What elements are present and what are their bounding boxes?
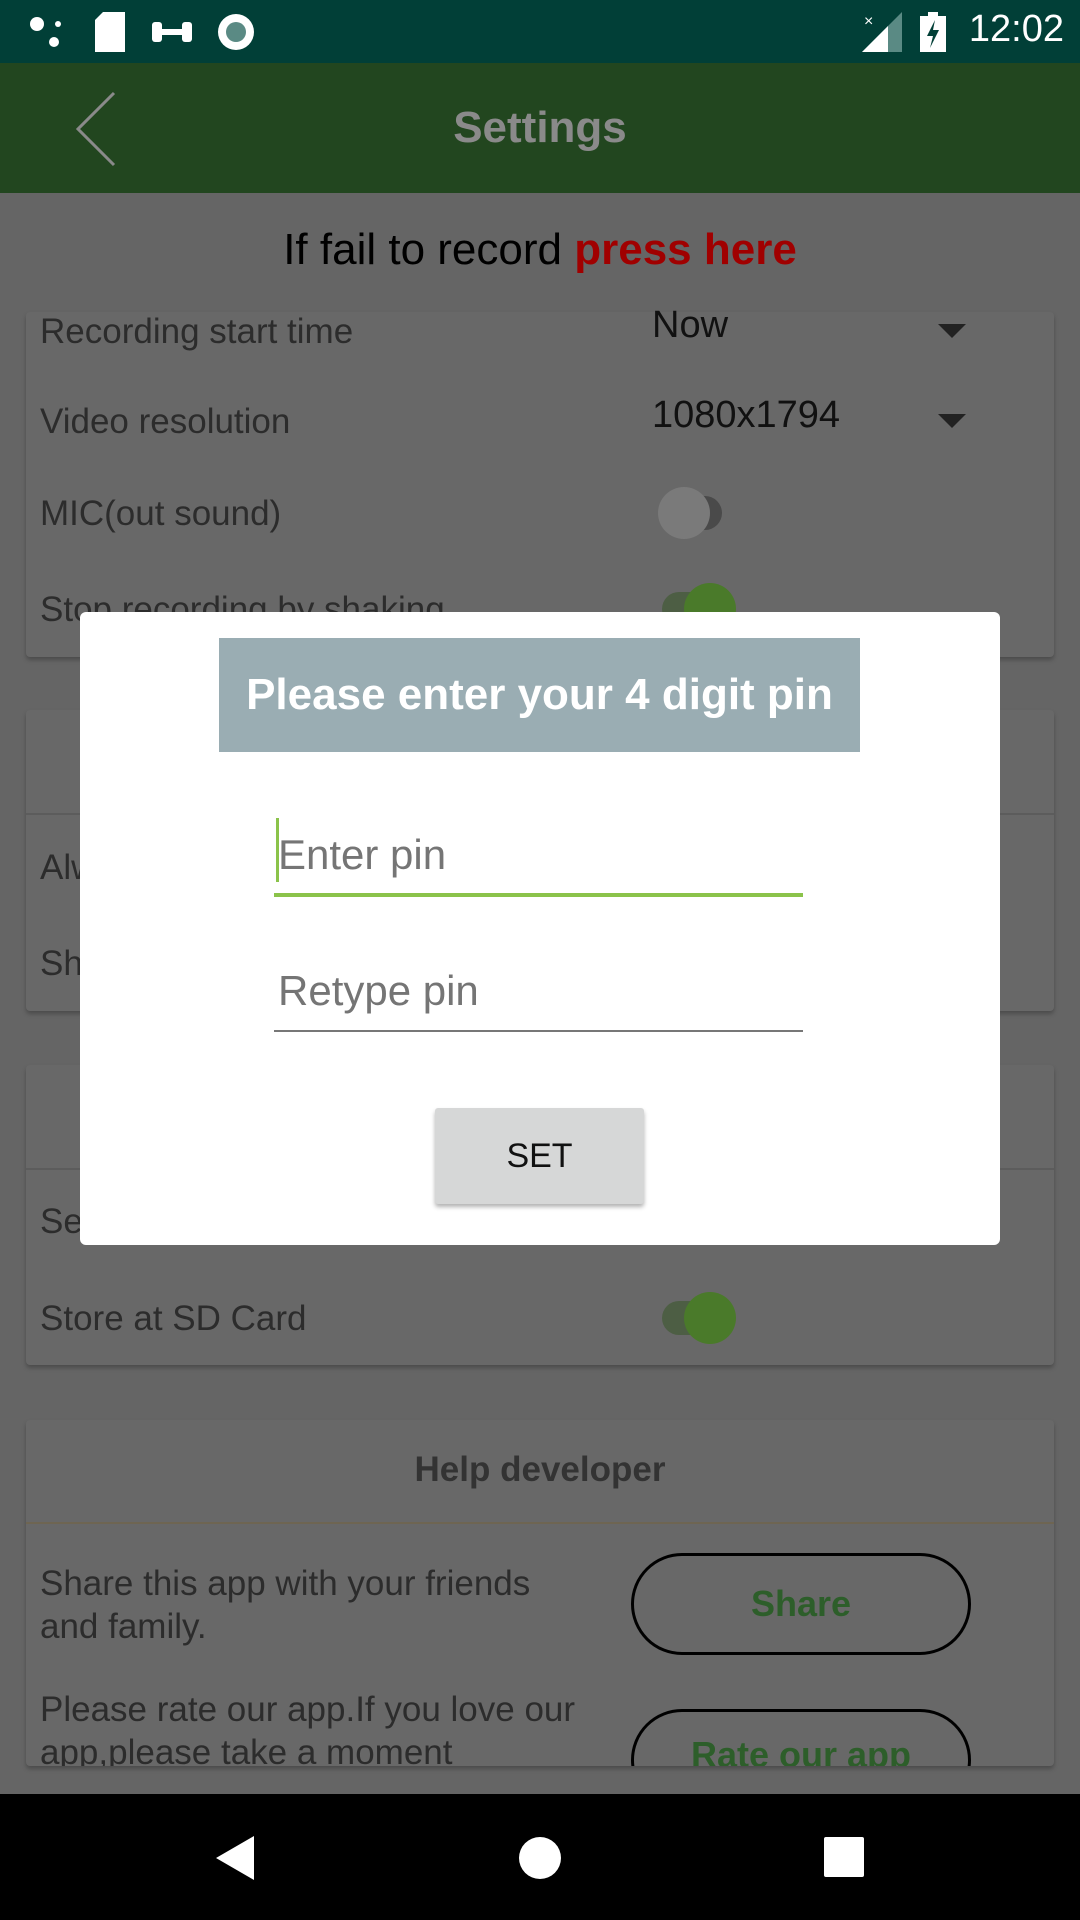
home-nav-icon[interactable] xyxy=(518,1836,562,1880)
share-text: Share this app with your friends and fam… xyxy=(40,1564,531,1646)
help-title: Help developer xyxy=(414,1450,666,1489)
mic-label: MIC(out sound) xyxy=(40,494,282,533)
dropdown-arrow-icon xyxy=(938,324,966,338)
enter-pin-input[interactable] xyxy=(274,817,803,897)
fail-banner: If fail to record press here xyxy=(0,225,1080,275)
recording-settings-card: Recording start time Now Video resolutio… xyxy=(26,304,1054,657)
back-nav-icon[interactable] xyxy=(216,1836,256,1880)
svg-text:×: × xyxy=(864,13,873,30)
assistant-icon xyxy=(30,17,61,47)
battery-charging-icon xyxy=(920,12,946,52)
navigation-bar xyxy=(0,1794,1080,1920)
store-sd-toggle[interactable] xyxy=(662,1292,736,1344)
no-signal-icon: × xyxy=(862,12,902,52)
store-sd-label: Store at SD Card xyxy=(40,1299,307,1338)
video-resolution-select[interactable]: 1080x1794 xyxy=(626,394,1006,450)
divider xyxy=(26,1522,1054,1524)
dumbbell-icon xyxy=(152,22,192,42)
share-button[interactable]: Share xyxy=(631,1553,971,1655)
record-icon xyxy=(218,14,254,50)
retype-pin-input[interactable] xyxy=(274,952,803,1032)
set-button[interactable]: SET xyxy=(435,1108,644,1204)
mic-toggle[interactable] xyxy=(658,487,722,539)
rate-text: Please rate our app.If you love our app,… xyxy=(40,1690,576,1766)
dropdown-arrow-icon xyxy=(938,414,966,428)
dialog-title: Please enter your 4 digit pin xyxy=(219,638,860,752)
setting-row: Sh xyxy=(40,944,83,983)
video-resolution-label: Video resolution xyxy=(40,402,291,441)
sd-card-icon xyxy=(95,12,125,52)
recording-start-time-select[interactable]: Now xyxy=(626,304,1006,360)
selected-value: 1080x1794 xyxy=(652,394,841,436)
setting-row: Se xyxy=(40,1202,83,1241)
banner-text: If fail to record xyxy=(283,225,575,274)
pin-dialog: Please enter your 4 digit pin SET xyxy=(80,612,1000,1245)
status-bar: × 12:02 xyxy=(0,0,1080,63)
app-bar: Settings xyxy=(0,63,1080,193)
press-here-link[interactable]: press here xyxy=(574,225,797,274)
rate-button[interactable]: Rate our app xyxy=(631,1709,971,1766)
selected-value: Now xyxy=(652,304,729,346)
clock: 12:02 xyxy=(968,8,1064,50)
recording-start-time-label: Recording start time xyxy=(40,312,354,351)
help-developer-card: Help developer Share this app with your … xyxy=(26,1420,1054,1766)
page-title: Settings xyxy=(453,103,627,152)
recents-nav-icon[interactable] xyxy=(824,1837,864,1877)
